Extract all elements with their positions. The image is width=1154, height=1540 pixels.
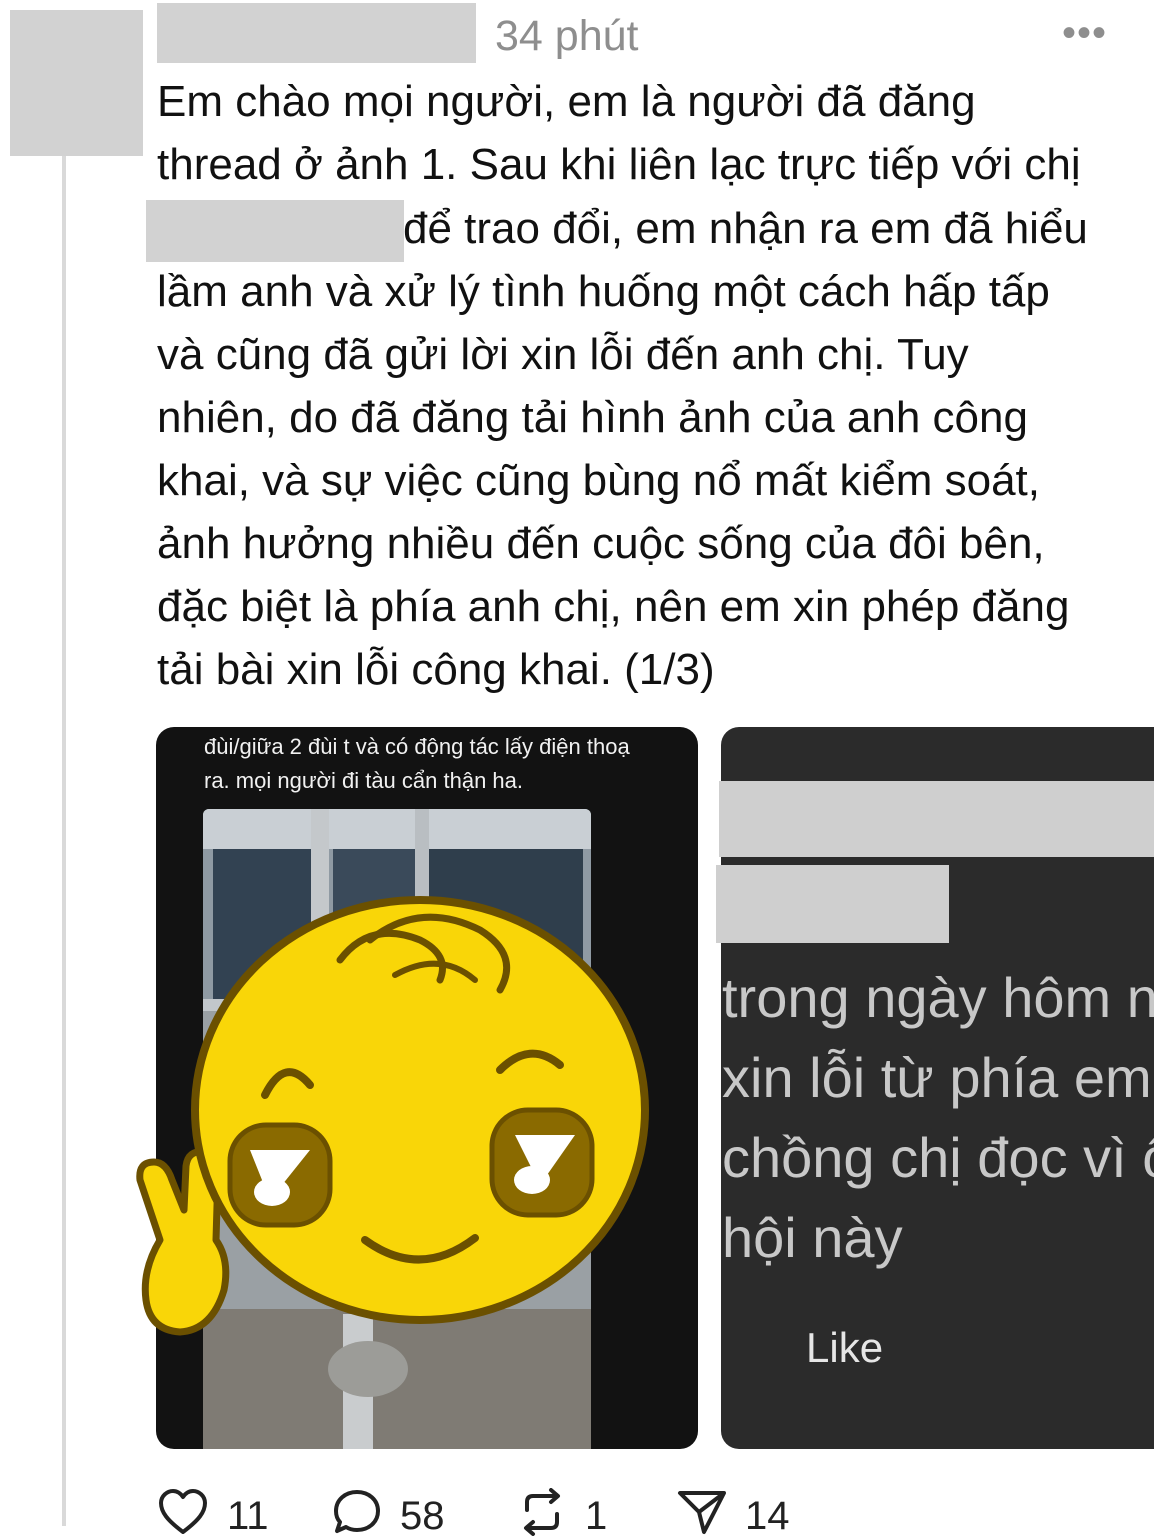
post-text-line: tải bài xin lỗi công khai. (1/3) xyxy=(157,645,715,694)
media-2-redaction xyxy=(719,781,1154,857)
comment-button[interactable]: 58 xyxy=(332,1488,445,1538)
username-redacted[interactable] xyxy=(157,3,476,63)
post-text-line: khai, và sự việc cũng bùng nổ mất kiểm s… xyxy=(157,456,1041,505)
media-caption-line: đùi/giữa 2 đùi t và có động tác lấy điện… xyxy=(204,734,630,759)
post-text-line: Em chào mọi người, em là người đã đăng xyxy=(157,77,976,126)
media-2-text-line: chồng chị đọc vì ô xyxy=(722,1126,1154,1189)
repost-count: 1 xyxy=(585,1494,608,1538)
left-eye xyxy=(227,1122,333,1228)
heart-icon xyxy=(159,1489,207,1534)
comment-icon xyxy=(334,1490,380,1533)
media-caption-line: ra. mọi người đi tàu cẩn thận ha. xyxy=(204,768,523,793)
share-count: 14 xyxy=(745,1494,790,1538)
repost-button[interactable]: 1 xyxy=(517,1488,607,1538)
smiley-sticker-icon xyxy=(136,896,649,1336)
media-2-text-line: hội này xyxy=(722,1206,903,1269)
repost-icon xyxy=(524,1488,560,1536)
post-text-line: lầm anh và xử lý tình huống một cách hấp… xyxy=(157,267,1050,316)
avatar[interactable] xyxy=(10,10,143,156)
share-button[interactable]: 14 xyxy=(677,1488,790,1538)
right-eye xyxy=(489,1107,595,1218)
post-text-line: ảnh hưởng nhiều đến cuộc sống của đôi bê… xyxy=(157,519,1045,568)
thread-line xyxy=(62,156,66,1526)
media-2-like-label: Like xyxy=(806,1324,884,1371)
post-text-line: đặc biệt là phía anh chị, nên em xin phé… xyxy=(157,582,1070,631)
media-2-redaction xyxy=(716,865,949,943)
comment-count: 58 xyxy=(400,1494,445,1538)
like-count: 11 xyxy=(227,1494,269,1538)
name-redaction xyxy=(146,200,404,262)
post-text-line: thread ở ảnh 1. Sau khi liên lạc trực ti… xyxy=(157,140,1081,189)
like-button[interactable]: 11 xyxy=(157,1488,269,1538)
media-2-text-line: trong ngày hôm n xyxy=(722,966,1154,1029)
post-text-line: để trao đổi, em nhận ra em đã hiểu xyxy=(403,204,1088,253)
media-2-text-line: xin lỗi từ phía em xyxy=(722,1046,1152,1109)
post-text-line: và cũng đã gửi lời xin lỗi đến anh chị. … xyxy=(157,330,969,379)
send-icon xyxy=(678,1491,726,1534)
more-options-icon[interactable]: ••• xyxy=(1062,8,1107,58)
post-timestamp: 34 phút xyxy=(495,12,639,60)
post-text-line: nhiên, do đã đăng tải hình ảnh của anh c… xyxy=(157,393,1028,442)
